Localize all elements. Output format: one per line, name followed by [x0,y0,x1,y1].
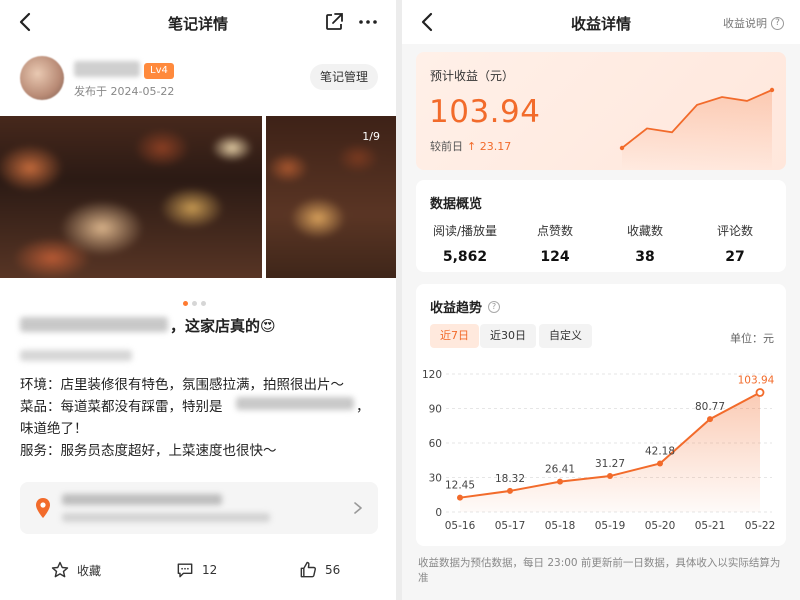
y-tick-label: 90 [429,404,442,416]
body-line: 环境：店里装修很有特色，氛围感拉满，拍照很出片～ [20,377,344,393]
collect-label: 收藏 [77,563,102,578]
note-headline: ，这家店真的😍 [170,317,276,335]
x-tick-label: 05-18 [545,520,576,532]
note-manage-button[interactable]: 笔记管理 [310,64,378,90]
comment-count: 12 [202,563,218,577]
like-count: 56 [325,563,341,577]
avatar[interactable] [20,56,64,100]
question-icon: ? [771,16,784,30]
stat-value: 124 [540,249,570,265]
photo-counter: 1/9 [362,130,380,143]
x-tick-label: 05-16 [445,520,476,532]
stat-value: 38 [635,249,655,265]
share-icon[interactable] [322,10,346,34]
author-name-blurred[interactable] [74,61,140,77]
stat-comments: 评论数 27 [690,222,780,265]
stat-value: 27 [725,249,745,265]
level-badge: Lv4 [144,63,174,79]
data-label: 80.77 [695,401,725,413]
tagline-blurred [20,350,132,361]
carousel-dots [183,291,210,306]
help-label: 收益说明 [723,17,767,30]
trend-point[interactable] [457,494,463,501]
comment-button[interactable]: 12 [175,558,217,582]
chevron-right-icon [354,502,362,514]
sparkline-point [769,87,775,93]
trend-point[interactable] [755,388,765,397]
star-icon [51,561,69,578]
note-topbar: 笔记详情 [0,0,396,44]
y-tick-label: 120 [422,369,442,381]
trend-point[interactable] [507,487,513,494]
comment-icon [177,563,193,578]
trend-card: 收益趋势 ? 近7日 近30日 自定义 单位：元 0 30 60 90 120 12.45… [416,284,786,546]
earnings-help-link[interactable]: 收益说明 ? [723,15,784,31]
stat-label: 阅读/播放量 [432,224,498,238]
body-line: 味道绝了！ [20,421,88,437]
body-comma: ， [356,399,370,415]
trend-point[interactable] [607,473,613,480]
stat-label: 点赞数 [536,224,573,238]
x-tick-label: 05-17 [495,520,526,532]
data-label: 26.41 [545,464,575,476]
publish-date: 发布于 2024-05-22 [74,85,175,98]
stat-label: 评论数 [716,224,753,238]
earnings-card: 预计收益（元） 103.94 较前日 ↑ 23.17 [416,52,786,170]
carousel-dot [183,301,188,306]
body-line: 服务：服务员态度超好，上菜速度也很快～ [20,443,277,459]
trend-point[interactable] [557,478,563,485]
x-tick-label: 05-21 [695,520,726,532]
more-icon[interactable] [356,10,380,34]
earnings-sparkline [619,87,775,170]
location-card[interactable] [20,482,378,534]
dish-names-blurred [236,397,354,410]
carousel-dot [192,301,197,306]
trend-point[interactable] [707,416,713,423]
data-label: 103.94 [738,374,775,386]
y-tick-label: 60 [429,438,442,450]
y-tick-label: 0 [435,507,442,519]
stat-likes: 点赞数 124 [510,222,600,265]
carousel-dot [201,301,206,306]
note-photo-main[interactable] [0,116,262,278]
collect-button[interactable]: 收藏 [50,558,101,582]
footnote: 收益数据为预估数据，每日 23:00 前更新前一日数据，具体收入以实际结算为准 [418,557,781,584]
body-line: 菜品：每道菜都没有踩雷，特别是 [20,399,223,415]
x-tick-label: 05-22 [745,520,776,532]
data-label: 42.18 [645,445,675,457]
stat-label: 收藏数 [626,224,663,238]
earnings-trend-chart: 0 30 60 90 120 12.45 05-16 18.32 05-17 26.41 05-18… [422,369,776,532]
y-tick-label: 30 [429,473,442,485]
earnings-topbar: 收益详情 收益说明 ? [402,0,800,44]
data-label: 12.45 [445,480,475,492]
stat-value: 5,862 [442,249,488,265]
like-button[interactable]: 56 [298,558,340,582]
thumbs-up-icon [300,561,317,578]
trend-point[interactable] [657,460,663,467]
location-pin-icon [36,498,50,518]
data-label: 18.32 [495,473,525,485]
note-detail-panel: 笔记详情 Lv4 发布于 2024-05-22 笔记管理 1/9 ，这家店真的😍… [0,0,396,600]
headline-blurred [20,317,168,332]
x-tick-label: 05-19 [595,520,626,532]
stat-views: 阅读/播放量 5,862 [420,222,510,265]
stat-collects: 收藏数 38 [600,222,690,265]
sparkline-point [619,145,625,151]
earnings-detail-panel: 收益详情 收益说明 ? 预计收益（元） 103.94 较前日 ↑ 23.17 数据… [402,0,800,600]
location-name-blurred [62,494,222,505]
x-tick-label: 05-20 [645,520,676,532]
note-photo-next[interactable]: 1/9 [266,116,396,278]
location-address-blurred [62,513,270,522]
overview-card: 数据概览 阅读/播放量 5,862 点赞数 124 收藏数 38 评论数 27 [416,180,786,272]
data-label: 31.27 [595,458,625,470]
overview-title: 数据概览 [430,197,483,212]
